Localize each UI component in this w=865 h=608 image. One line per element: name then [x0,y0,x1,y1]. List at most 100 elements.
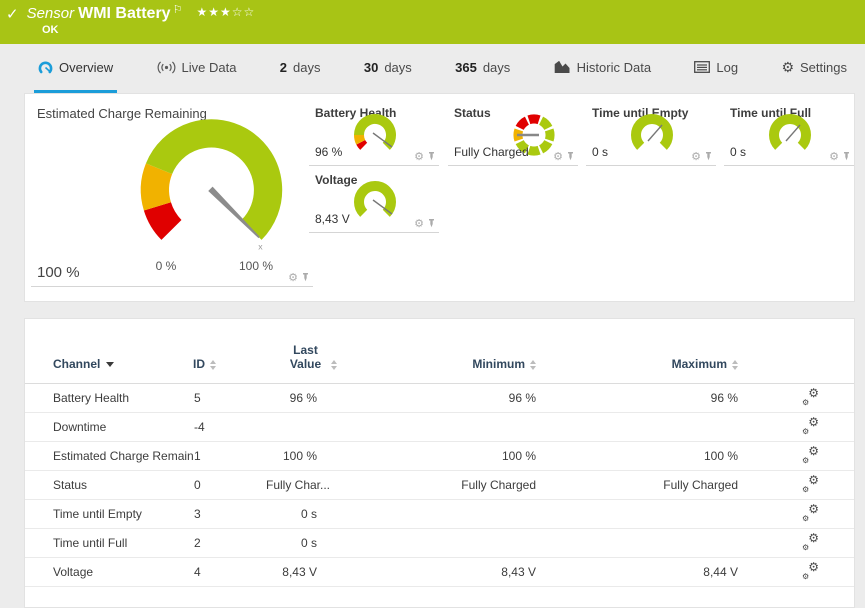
channel-name[interactable]: Time until Empty [25,500,193,529]
overview-gauges-panel: Estimated Charge Remaining x 0 % 100 % 1… [24,93,855,302]
svg-text:x: x [258,242,263,252]
pin-icon[interactable] [566,152,575,162]
table-row[interactable]: Downtime -4 ⚙⚙ [25,413,854,442]
chevron-down-icon [106,362,114,367]
sensor-title: WMI Battery [78,5,170,22]
channel-settings-icon[interactable]: ⚙⚙ [802,447,819,463]
channel-last-value [265,413,357,442]
gauge-icon [38,60,53,75]
channel-name[interactable]: Time until Full [25,529,193,558]
time-until-full-gauge-dial [762,111,818,161]
tab-historic-data[interactable]: Historic Data [550,44,655,93]
channel-maximum: Fully Charged [562,471,767,500]
tab-live-data-label: Live Data [182,60,237,75]
column-header-maximum[interactable]: Maximum [562,319,767,384]
gauge-gear-icon[interactable]: ⚙ [414,219,424,229]
tab-overview[interactable]: Overview [34,44,117,93]
tab-30-days[interactable]: 30 days [360,44,416,93]
tab-overview-label: Overview [59,60,113,75]
channel-id: 0 [193,471,265,500]
channel-name[interactable]: Estimated Charge Remaini... [25,442,193,471]
channel-last-value: 8,43 V [265,558,357,587]
gauge-value: 0 s [730,145,746,159]
tab-settings[interactable]: ⚙ Settings [777,44,851,93]
column-header-maximum-label: Maximum [672,357,727,371]
sensor-kind-label: Sensor [27,5,75,22]
table-row[interactable]: Estimated Charge Remaini... 1 100 % 100 … [25,442,854,471]
tab-365-days[interactable]: 365 days [451,44,514,93]
pin-icon[interactable] [704,152,713,162]
channel-minimum [357,413,562,442]
gauge-gear-icon[interactable]: ⚙ [288,273,298,283]
channel-settings-icon[interactable]: ⚙⚙ [802,418,819,434]
channel-minimum: 96 % [357,384,562,413]
tab-2-days[interactable]: 2 days [276,44,325,93]
gauge-gear-icon[interactable]: ⚙ [414,152,424,162]
tab-log-label: Log [716,60,738,75]
gauge-value: 0 s [592,145,608,159]
channel-settings-icon[interactable]: ⚙⚙ [802,389,819,405]
column-header-id-label: ID [193,357,205,371]
channel-settings-icon[interactable]: ⚙⚙ [802,505,819,521]
channel-name[interactable]: Downtime [25,413,193,442]
channel-name[interactable]: Status [25,471,193,500]
channel-last-value: 0 s [265,529,357,558]
channel-maximum: 8,44 V [562,558,767,587]
channel-id: 3 [193,500,265,529]
priority-stars[interactable]: ★★★☆☆ [196,5,255,19]
channel-minimum: 100 % [357,442,562,471]
gauge-tile-estimated-charge[interactable]: Estimated Charge Remaining x 0 % 100 % 1… [31,102,313,287]
tab-log[interactable]: Log [690,44,742,93]
column-header-minimum[interactable]: Minimum [357,319,562,384]
column-header-last-value[interactable]: Last Value [265,319,357,384]
table-row[interactable]: Time until Full 2 0 s ⚙⚙ [25,529,854,558]
flag-icon[interactable]: ⚐ [173,4,183,16]
time-until-empty-gauge-dial [624,111,680,161]
pin-icon[interactable] [301,273,310,283]
table-row[interactable]: Status 0 Fully Char... Fully Charged Ful… [25,471,854,500]
gauge-tile-voltage[interactable]: Voltage 8,43 V ⚙ [309,169,439,233]
channels-table-body: Battery Health 5 96 % 96 % 96 % ⚙⚙ Downt… [25,384,854,587]
gauge-value: 8,43 V [315,212,350,226]
gauge-scale-max: 100 % [231,259,281,273]
channel-name[interactable]: Voltage [25,558,193,587]
gauge-value: 96 % [315,145,342,159]
table-row[interactable]: Battery Health 5 96 % 96 % 96 % ⚙⚙ [25,384,854,413]
channel-maximum [562,500,767,529]
column-header-last-value-label: Last Value [286,343,326,371]
gauge-tile-battery-health[interactable]: Battery Health 96 % ⚙ [309,102,439,166]
gauge-tile-time-until-full[interactable]: Time until Full 0 s ⚙ [724,102,854,166]
channel-maximum: 100 % [562,442,767,471]
channel-minimum: 8,43 V [357,558,562,587]
table-row[interactable]: Voltage 4 8,43 V 8,43 V 8,44 V ⚙⚙ [25,558,854,587]
tab-30-days-number: 30 [364,60,378,75]
column-header-minimum-label: Minimum [472,357,525,371]
gauge-tile-time-until-empty[interactable]: Time until Empty 0 s ⚙ [586,102,716,166]
sensor-ok-check-icon: ✓ [6,6,19,23]
gauge-gear-icon[interactable]: ⚙ [829,152,839,162]
channel-name[interactable]: Battery Health [25,384,193,413]
primary-gauge-dial: x [119,118,304,265]
pin-icon[interactable] [842,152,851,162]
column-header-id[interactable]: ID [193,319,265,384]
tab-bar: Overview Live Data 2 days 30 days 365 da… [0,44,865,93]
table-row[interactable]: Time until Empty 3 0 s ⚙⚙ [25,500,854,529]
column-header-channel[interactable]: Channel [25,319,193,384]
gauge-gear-icon[interactable]: ⚙ [691,152,701,162]
gauge-gear-icon[interactable]: ⚙ [553,152,563,162]
pin-icon[interactable] [427,152,436,162]
channel-settings-icon[interactable]: ⚙⚙ [802,534,819,550]
tab-live-data[interactable]: Live Data [153,44,241,93]
tab-365-days-number: 365 [455,60,477,75]
pin-icon[interactable] [427,219,436,229]
tab-historic-data-label: Historic Data [577,60,651,75]
channel-settings-icon[interactable]: ⚙⚙ [802,563,819,579]
tab-2-days-unit: days [293,60,320,75]
channel-settings-icon[interactable]: ⚙⚙ [802,476,819,492]
gauge-value: 100 % [37,264,80,281]
gauge-tile-status[interactable]: Status Fully Charged ⚙ [448,102,578,166]
tab-2-days-number: 2 [280,60,287,75]
sort-icon [530,360,536,370]
tab-30-days-unit: days [384,60,411,75]
channels-table: Channel ID Last Value Minimum Maximum [25,319,854,587]
